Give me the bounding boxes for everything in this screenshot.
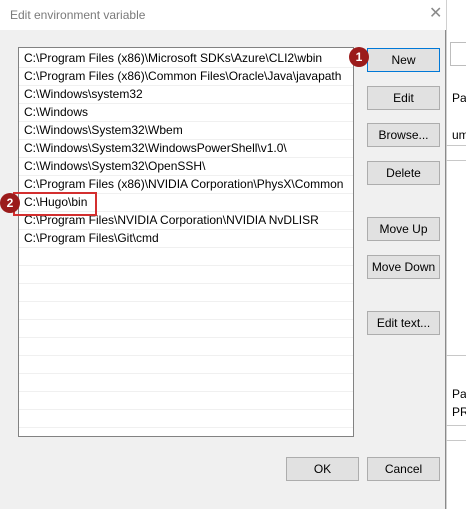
- path-list-item[interactable]: C:\Program Files (x86)\Microsoft SDKs\Az…: [19, 50, 353, 68]
- path-list-empty-row[interactable]: [19, 266, 353, 284]
- annotation-highlight-box: [13, 192, 97, 216]
- title-bar: Edit environment variable ✕: [0, 0, 446, 30]
- annotation-badge-2: 2: [0, 193, 20, 213]
- path-list-empty-row[interactable]: [19, 356, 353, 374]
- path-list-empty-row[interactable]: [19, 302, 353, 320]
- path-list-item[interactable]: C:\Program Files\Git\cmd: [19, 230, 353, 248]
- move-up-button[interactable]: Move Up: [367, 217, 440, 241]
- background-divider: [446, 425, 466, 426]
- background-field: [450, 42, 466, 66]
- background-text-pat: Pat: [452, 387, 466, 401]
- browse-button[interactable]: Browse...: [367, 123, 440, 147]
- background-divider: [446, 355, 466, 356]
- background-divider: [446, 160, 466, 161]
- path-list-empty-row[interactable]: [19, 374, 353, 392]
- edit-environment-variable-dialog: Edit environment variable ✕ C:\Program F…: [0, 0, 446, 509]
- new-button[interactable]: New: [367, 48, 440, 72]
- background-divider: [446, 440, 466, 441]
- edit-button[interactable]: Edit: [367, 86, 440, 110]
- path-list[interactable]: C:\Program Files (x86)\Microsoft SDKs\Az…: [18, 47, 354, 437]
- edit-text-button[interactable]: Edit text...: [367, 311, 440, 335]
- annotation-badge-1: 1: [349, 47, 369, 67]
- background-text-um: um: [452, 128, 466, 142]
- path-list-item[interactable]: C:\Windows: [19, 104, 353, 122]
- ok-button[interactable]: OK: [286, 457, 359, 481]
- cancel-button[interactable]: Cancel: [367, 457, 440, 481]
- path-list-empty-row[interactable]: [19, 284, 353, 302]
- path-list-item[interactable]: C:\Windows\System32\OpenSSH\: [19, 158, 353, 176]
- move-down-button[interactable]: Move Down: [367, 255, 440, 279]
- close-icon[interactable]: ✕: [429, 6, 442, 22]
- path-list-empty-row[interactable]: [19, 320, 353, 338]
- path-list-empty-row[interactable]: [19, 392, 353, 410]
- path-list-empty-row[interactable]: [19, 248, 353, 266]
- background-text-pro: PRO: [452, 405, 466, 419]
- path-list-item[interactable]: C:\Windows\System32\Wbem: [19, 122, 353, 140]
- path-list-item[interactable]: C:\Windows\System32\WindowsPowerShell\v1…: [19, 140, 353, 158]
- background-text-pat: Pat: [452, 91, 466, 105]
- path-list-empty-row[interactable]: [19, 410, 353, 428]
- dialog-title: Edit environment variable: [10, 8, 146, 22]
- path-list-item[interactable]: C:\Windows\system32: [19, 86, 353, 104]
- background-divider: [446, 145, 466, 146]
- delete-button[interactable]: Delete: [367, 161, 440, 185]
- background-window: [446, 0, 466, 509]
- path-list-item[interactable]: C:\Program Files (x86)\Common Files\Orac…: [19, 68, 353, 86]
- path-list-empty-row[interactable]: [19, 338, 353, 356]
